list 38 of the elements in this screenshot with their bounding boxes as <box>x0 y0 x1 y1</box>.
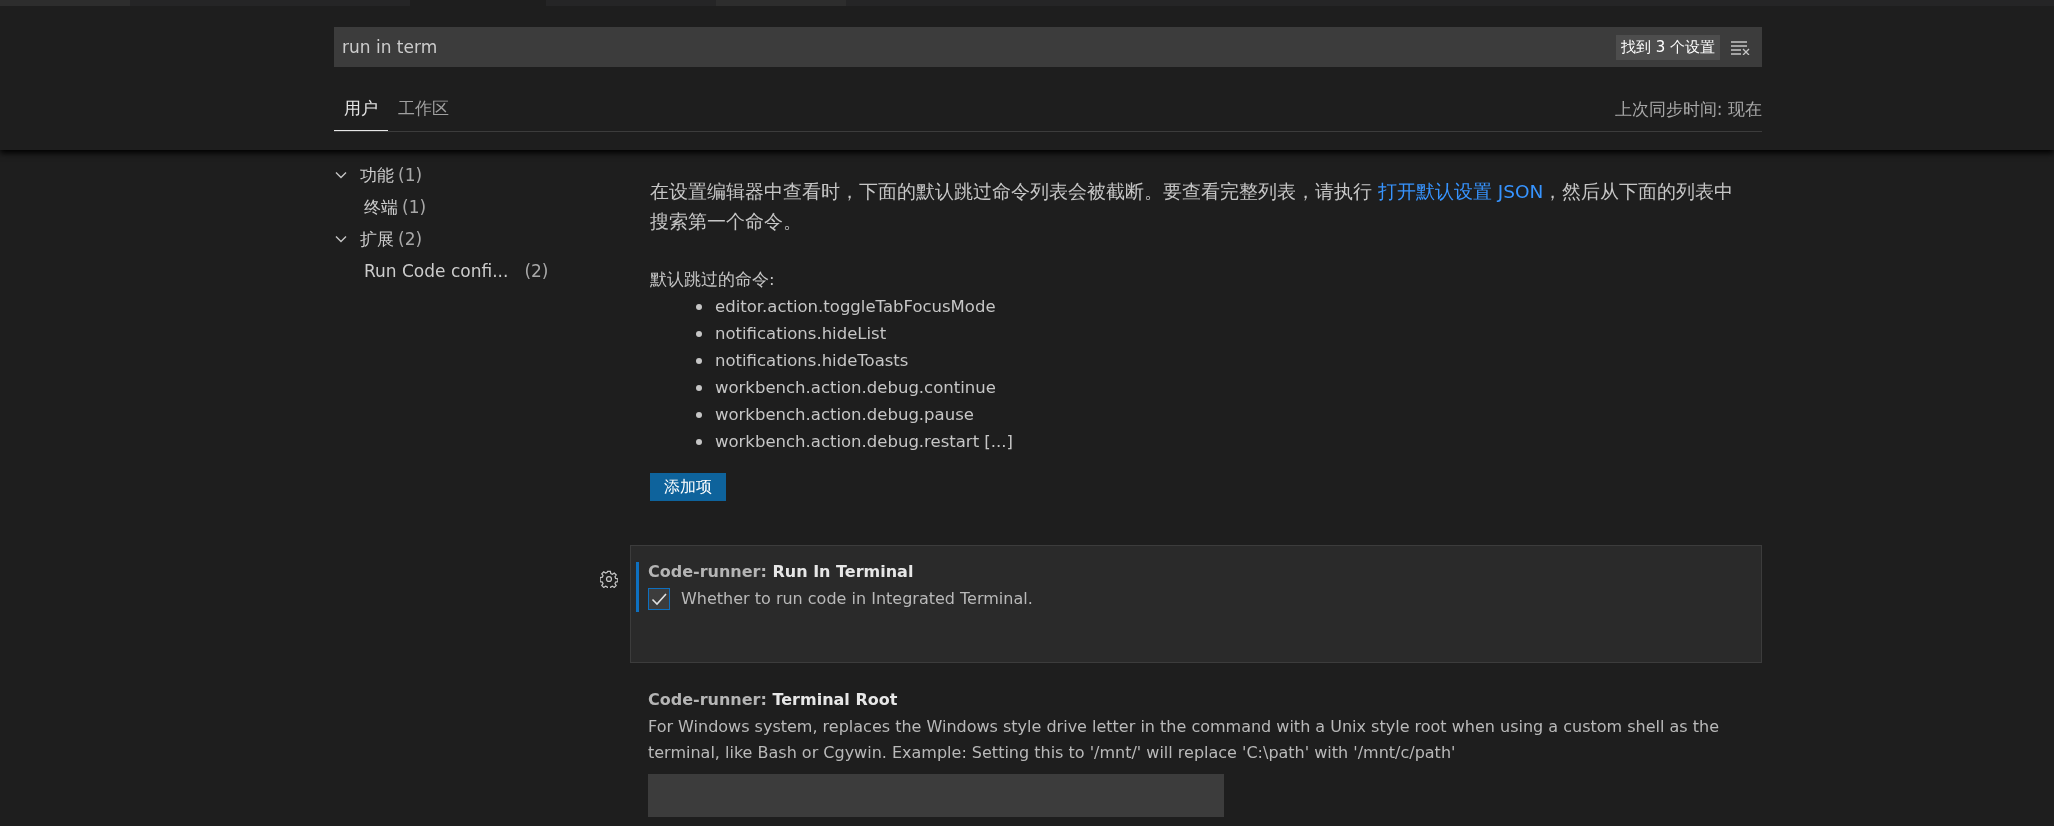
search-field[interactable]: run in term 找到 3 个设置 <box>334 27 1762 67</box>
toc-item[interactable]: 功能 <box>360 163 394 187</box>
bullet-icon <box>696 330 702 337</box>
command-item: workbench.action.debug.pause <box>715 404 974 426</box>
bullet-icon <box>696 384 702 391</box>
add-item-button[interactable]: 添加项 <box>650 473 726 501</box>
command-item: notifications.hideToasts <box>715 350 909 372</box>
result-count: 找到 3 个设置 <box>1615 34 1720 60</box>
bullet-icon <box>696 357 702 364</box>
open-json-link[interactable]: 打开默认设置 JSON <box>1377 181 1544 202</box>
search-text: run in term <box>342 37 439 57</box>
setting-description: Whether to run code in Integrated Terminal. <box>681 588 1033 610</box>
settings-tab[interactable]: 工作区 <box>388 97 459 131</box>
sync-status: 上次同步时间: 现在 <box>1614 98 1762 121</box>
toc-item[interactable]: Run Code confi... <box>364 261 509 281</box>
setting-description: For Windows system, replaces the Windows style drive letter in the command with a Unix style root when using a custom shell as the terminal, like Bash or Cgywin. Example: Setting this to '/mnt/' will replace 'C:\path' with '/mnt/c/path' <box>648 716 1720 764</box>
item-count: (2) <box>524 261 549 281</box>
bullet-icon <box>696 438 702 445</box>
toc-item[interactable]: 终端 <box>364 195 398 219</box>
setting-description: 在设置编辑器中查看时，下面的默认跳过命令列表会被截断。要查看完整列表，请执行 打开默认设置 JSON，然后从下面的列表中搜索第一个命令。 <box>650 180 1735 234</box>
clear-filter-icon[interactable] <box>1730 39 1750 55</box>
command-item: notifications.hideList <box>715 323 887 345</box>
command-item: workbench.action.debug.continue <box>715 377 996 399</box>
item-count: (1) <box>402 197 427 217</box>
setting-title: Code-runner: Run In Terminal <box>648 562 914 581</box>
command-item: editor.action.toggleTabFocusMode <box>715 296 996 318</box>
settings-tab[interactable]: 用户 <box>334 97 388 131</box>
checkbox[interactable] <box>648 588 670 610</box>
item-count: (2) <box>398 229 423 249</box>
setting-title: Code-runner: Terminal Root <box>648 690 898 709</box>
list-label: 默认跳过的命令: <box>650 269 776 291</box>
bullet-icon <box>696 411 702 418</box>
settings-icon[interactable] <box>600 570 618 588</box>
bullet-icon <box>696 303 702 310</box>
input-field[interactable] <box>648 774 1224 817</box>
item-count: (1) <box>398 165 423 185</box>
command-item: workbench.action.debug.restart [...] <box>715 431 1013 453</box>
toc-item[interactable]: 扩展 <box>360 227 394 251</box>
